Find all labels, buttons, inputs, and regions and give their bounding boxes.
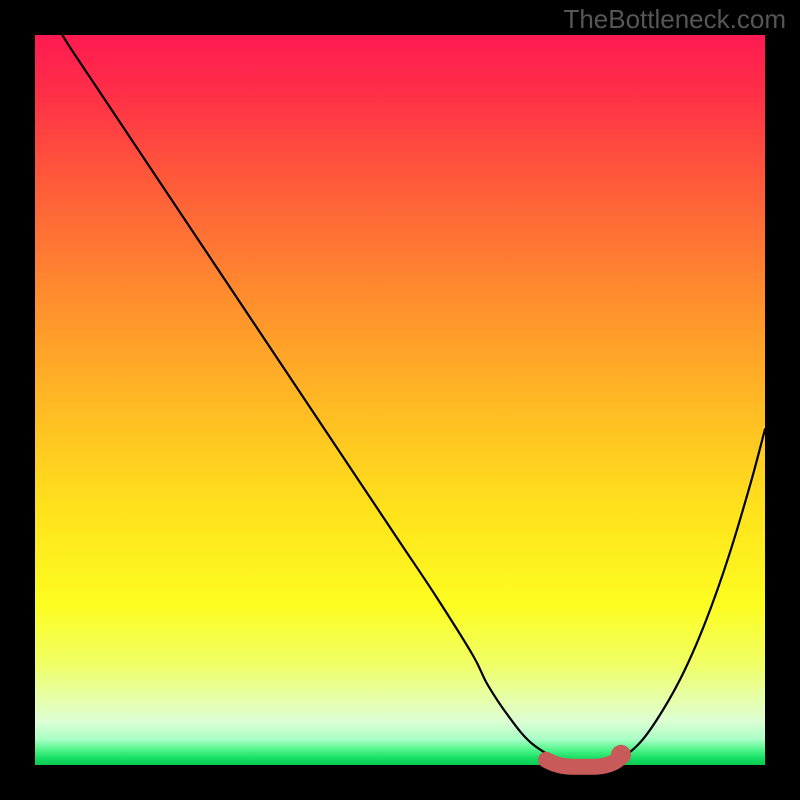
chart-frame: { "watermark": "TheBottleneck.com", "plo…	[0, 0, 800, 800]
watermark-text: TheBottleneck.com	[563, 4, 786, 35]
gradient-background	[35, 35, 765, 765]
bottleneck-chart	[0, 0, 800, 800]
